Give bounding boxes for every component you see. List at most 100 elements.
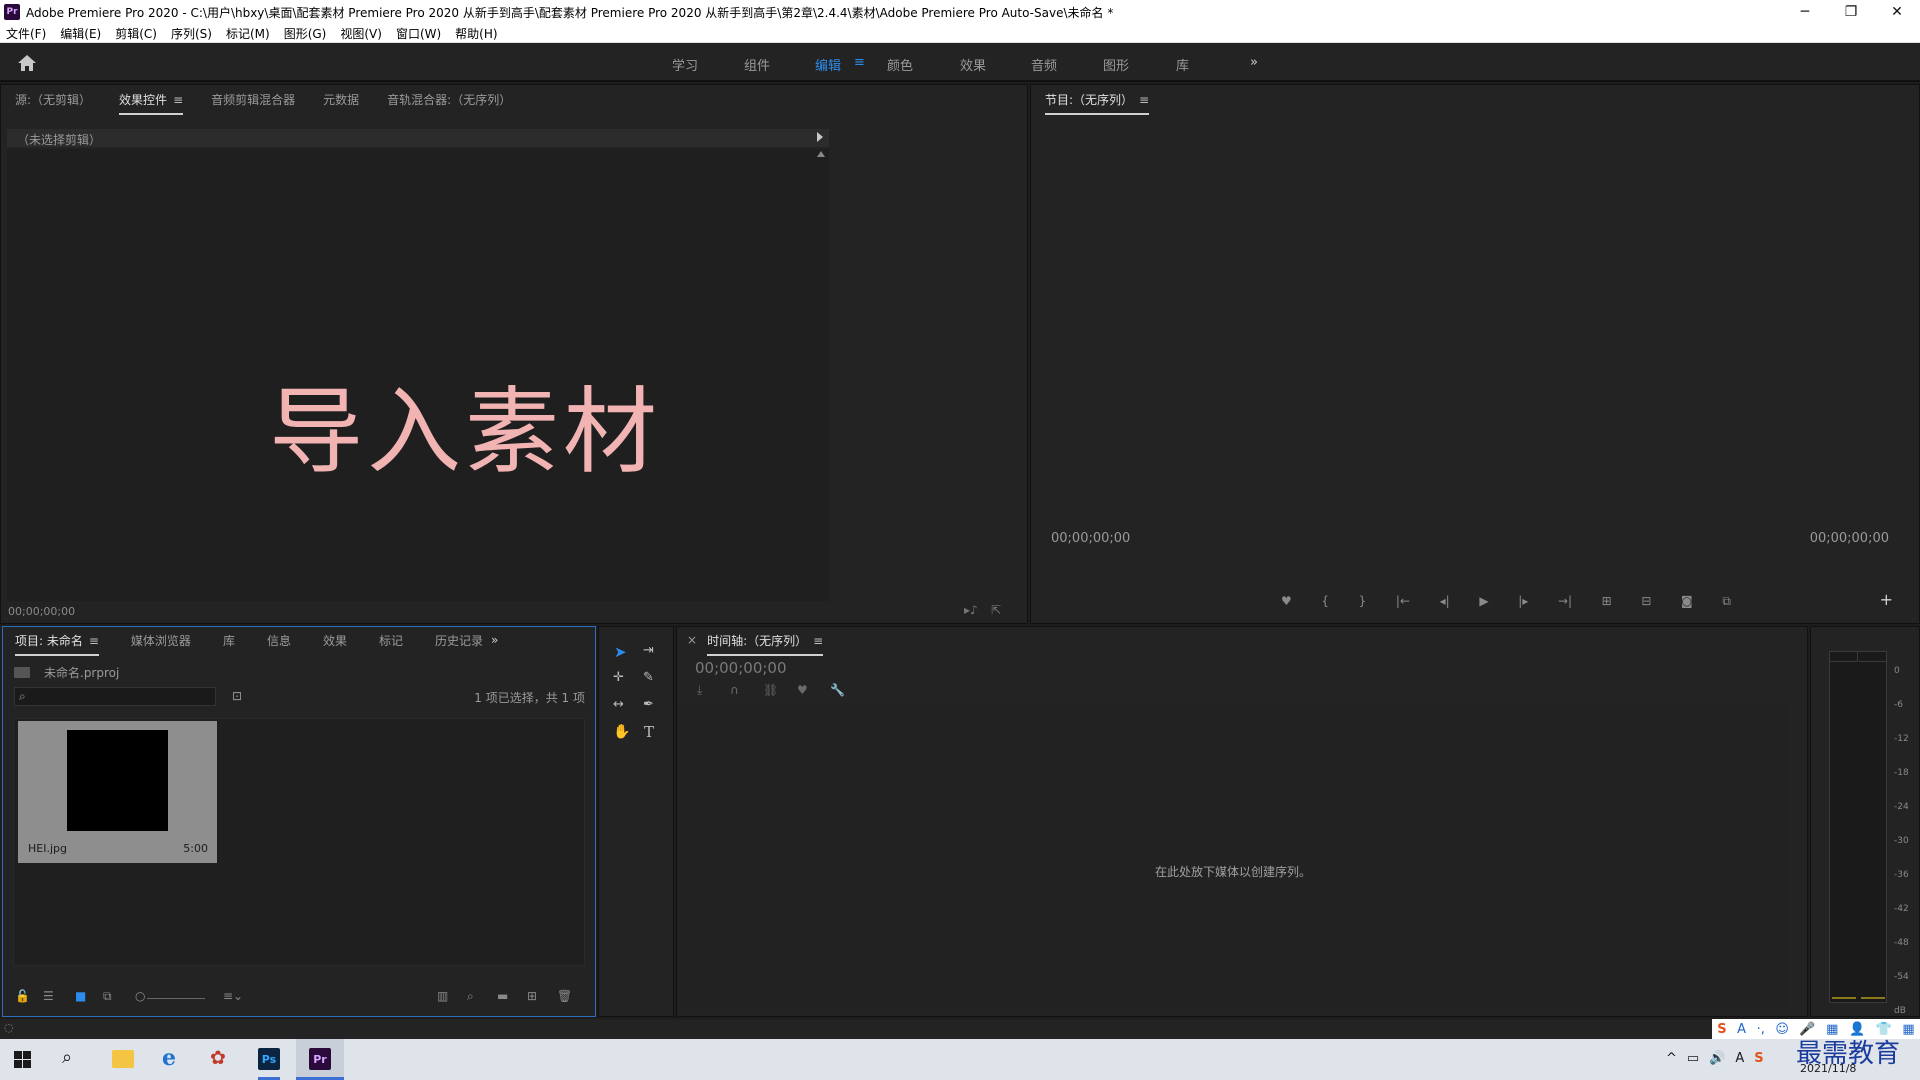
add-marker-icon[interactable]: ♥ bbox=[1281, 594, 1292, 608]
menu-sequence[interactable]: 序列(S) bbox=[171, 25, 212, 42]
play-icon[interactable]: ▶ bbox=[1479, 594, 1488, 608]
workspace-menu-icon[interactable]: ≡ bbox=[854, 55, 865, 70]
razor-tool-icon[interactable]: ✎ bbox=[643, 670, 654, 685]
tab-libraries[interactable]: 库 bbox=[223, 632, 235, 649]
file-explorer-icon[interactable] bbox=[112, 1050, 134, 1068]
selection-tool-icon[interactable]: ➤ bbox=[614, 643, 627, 661]
scroll-up-icon[interactable] bbox=[817, 151, 825, 157]
step-forward-icon[interactable]: |▸ bbox=[1518, 594, 1528, 608]
ime-mode-icon[interactable]: A bbox=[1737, 1022, 1746, 1037]
media-thumbnail-card[interactable]: HEI.jpg 5:00 bbox=[18, 721, 217, 863]
trash-icon[interactable]: 🗑 bbox=[557, 989, 572, 1003]
tab-metadata[interactable]: 元数据 bbox=[323, 91, 359, 108]
restore-button[interactable]: ❐ bbox=[1828, 0, 1874, 24]
workspace-editing[interactable]: 编辑 bbox=[815, 55, 841, 74]
search-icon[interactable]: ⌕ bbox=[62, 1047, 72, 1068]
menu-graphics[interactable]: 图形(G) bbox=[284, 25, 327, 42]
linked-selection-icon[interactable]: ⛓ bbox=[763, 683, 778, 697]
workspace-effects[interactable]: 效果 bbox=[960, 55, 986, 74]
zoom-slider-handle[interactable]: ○ bbox=[135, 989, 145, 1003]
close-tab-icon[interactable]: × bbox=[687, 633, 697, 647]
go-to-out-icon[interactable]: →| bbox=[1558, 594, 1572, 608]
insert-sequence-nest-icon[interactable]: ⤓ bbox=[697, 683, 702, 698]
menu-edit[interactable]: 编辑(E) bbox=[60, 25, 101, 42]
workspace-color[interactable]: 颜色 bbox=[887, 55, 913, 74]
photoshop-icon[interactable]: Ps bbox=[258, 1048, 280, 1070]
tab-history[interactable]: 历史记录 bbox=[435, 632, 483, 649]
menu-view[interactable]: 视图(V) bbox=[340, 25, 382, 42]
list-view-icon[interactable]: ☰ bbox=[43, 989, 54, 1003]
icon-view-icon[interactable]: ■ bbox=[75, 989, 86, 1003]
add-marker-icon[interactable]: ♥ bbox=[797, 683, 808, 697]
hand-tool-icon[interactable]: ✋ bbox=[613, 724, 630, 740]
camera-icon[interactable]: ◙ bbox=[1681, 594, 1693, 608]
ime-emoji-icon[interactable]: ☺ bbox=[1775, 1022, 1789, 1037]
tab-effects[interactable]: 效果 bbox=[323, 632, 347, 649]
new-search-bin-icon[interactable]: ⊡ bbox=[232, 689, 242, 703]
find-icon[interactable]: ⌕ bbox=[467, 989, 474, 1004]
lift-icon[interactable]: ⊞ bbox=[1602, 594, 1612, 608]
panel-menu-icon[interactable]: ≡ bbox=[173, 93, 183, 107]
windows-start-icon[interactable] bbox=[14, 1051, 31, 1068]
tab-markers[interactable]: 标记 bbox=[379, 632, 403, 649]
step-back-icon[interactable]: ◂| bbox=[1440, 594, 1450, 608]
tab-audio-clip-mixer[interactable]: 音频剪辑混合器 bbox=[211, 91, 295, 108]
pen-tool-icon[interactable]: ✒ bbox=[643, 697, 654, 712]
tab-info[interactable]: 信息 bbox=[267, 632, 291, 649]
project-search-input[interactable]: ⌕ bbox=[14, 687, 216, 706]
sogou-ime-icon[interactable]: S bbox=[1717, 1022, 1726, 1037]
ime-language-icon[interactable]: A bbox=[1735, 1051, 1744, 1066]
tab-source[interactable]: 源:（无剪辑） bbox=[15, 91, 91, 108]
app-icon[interactable]: ✿ bbox=[210, 1047, 226, 1069]
ime-punctuation-icon[interactable]: ·, bbox=[1757, 1022, 1765, 1037]
snap-icon[interactable]: ∩ bbox=[730, 683, 739, 697]
mark-out-icon[interactable]: } bbox=[1359, 594, 1367, 608]
panel-menu-icon[interactable]: ≡ bbox=[89, 634, 99, 648]
slip-tool-icon[interactable]: ↔ bbox=[613, 697, 624, 712]
new-bin-icon[interactable]: ▬ bbox=[497, 989, 508, 1003]
workspace-assembly[interactable]: 组件 bbox=[744, 55, 770, 74]
panel-menu-icon[interactable]: ≡ bbox=[1139, 93, 1149, 107]
volume-icon[interactable]: 🔊 bbox=[1709, 1051, 1725, 1066]
workspace-audio[interactable]: 音频 bbox=[1031, 55, 1057, 74]
program-playhead-timecode[interactable]: 00;00;00;00 bbox=[1051, 531, 1130, 546]
ime-toolbox-icon[interactable]: ▦ bbox=[1902, 1022, 1914, 1037]
extract-icon[interactable]: ⊟ bbox=[1641, 594, 1651, 608]
edge-browser-icon[interactable]: e bbox=[162, 1045, 176, 1071]
workspace-learn[interactable]: 学习 bbox=[672, 55, 698, 74]
freeform-view-icon[interactable]: ⧉ bbox=[103, 989, 112, 1004]
menu-window[interactable]: 窗口(W) bbox=[396, 25, 441, 42]
tab-media-browser[interactable]: 媒体浏览器 bbox=[131, 632, 191, 649]
minimize-button[interactable]: ─ bbox=[1782, 0, 1828, 24]
tab-project[interactable]: 项目: 未命名 ≡ bbox=[15, 632, 99, 656]
lock-icon[interactable]: 🔓 bbox=[15, 989, 30, 1003]
timeline-track-area[interactable]: 在此处放下媒体以创建序列。 bbox=[677, 703, 1787, 1015]
home-icon[interactable] bbox=[16, 53, 38, 73]
sort-icon[interactable]: ≡⌄ bbox=[223, 989, 243, 1003]
export-frame-icon[interactable]: ⇱ bbox=[991, 603, 1001, 617]
menu-help[interactable]: 帮助(H) bbox=[455, 25, 497, 42]
track-select-tool-icon[interactable]: ⇥ bbox=[643, 643, 654, 658]
menu-clip[interactable]: 剪辑(C) bbox=[115, 25, 157, 42]
go-to-in-icon[interactable]: |← bbox=[1396, 594, 1410, 608]
more-workspaces-icon[interactable]: » bbox=[1250, 55, 1258, 70]
type-tool-icon[interactable]: T bbox=[644, 723, 654, 741]
menu-markers[interactable]: 标记(M) bbox=[226, 25, 270, 42]
menu-file[interactable]: 文件(F) bbox=[6, 25, 46, 42]
peak-indicator-left[interactable] bbox=[1830, 652, 1858, 662]
tab-timeline[interactable]: 时间轴:（无序列） ≡ bbox=[707, 632, 824, 656]
timeline-settings-wrench-icon[interactable]: 🔧 bbox=[830, 683, 845, 697]
tab-effect-controls[interactable]: 效果控件 ≡ bbox=[119, 91, 184, 115]
ripple-edit-tool-icon[interactable]: ✛ bbox=[613, 670, 624, 685]
tab-program[interactable]: 节目:（无序列） ≡ bbox=[1045, 91, 1150, 115]
network-icon[interactable]: ▭ bbox=[1687, 1051, 1699, 1066]
expand-arrow-icon[interactable] bbox=[817, 132, 823, 142]
panel-menu-icon[interactable]: ≡ bbox=[813, 634, 823, 648]
premiere-taskbar-active[interactable]: Pr bbox=[296, 1039, 344, 1080]
automate-to-sequence-icon[interactable]: ▥ bbox=[437, 989, 448, 1003]
close-button[interactable]: ✕ bbox=[1874, 0, 1920, 24]
workspace-graphics[interactable]: 图形 bbox=[1103, 55, 1129, 74]
add-button[interactable]: + bbox=[1880, 590, 1893, 609]
tab-audio-track-mixer[interactable]: 音轨混合器:（无序列） bbox=[387, 91, 511, 108]
tray-overflow-icon[interactable]: ^ bbox=[1666, 1051, 1677, 1066]
